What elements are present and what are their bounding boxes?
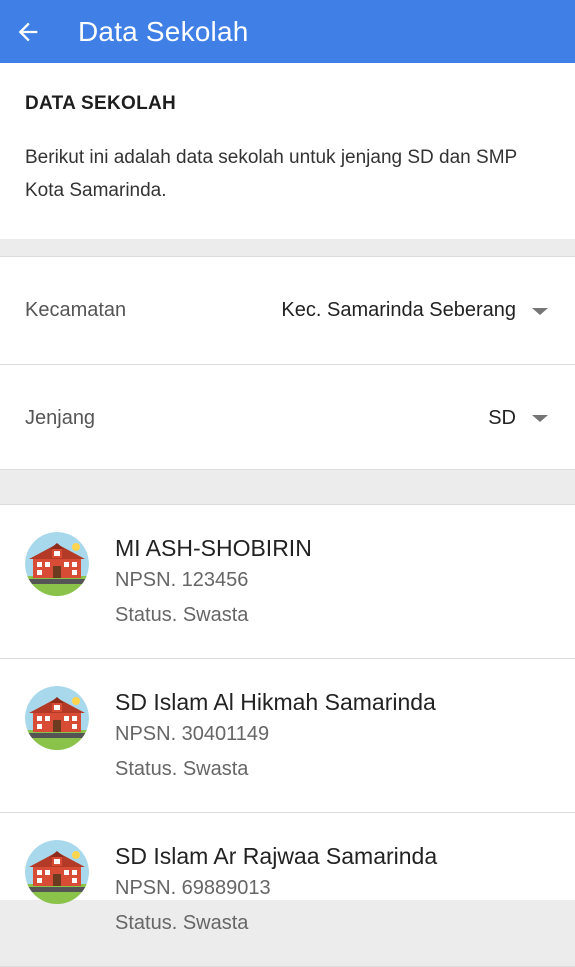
- school-npsn: NPSN. 69889013: [115, 877, 271, 899]
- school-npsn: NPSN. 30401149: [115, 723, 270, 745]
- jenjang-value: SD: [488, 406, 516, 429]
- list-item[interactable]: SD Islam Ar Rajwaa Samarinda NPSN. 69889…: [0, 813, 575, 967]
- school-name: SD Islam Al Hikmah Samarinda: [115, 689, 436, 715]
- school-building-icon: [25, 686, 89, 750]
- kecamatan-value: Kec. Samarinda Seberang: [281, 299, 516, 321]
- school-name: MI ASH-SHOBIRIN: [115, 535, 312, 561]
- school-name: SD Islam Ar Rajwaa Samarinda: [115, 843, 438, 869]
- kecamatan-select[interactable]: Kecamatan Kec. Samarinda Seberang: [0, 257, 575, 364]
- school-building-icon: [25, 532, 89, 596]
- dropdown-arrow-icon: [532, 415, 548, 422]
- list-item[interactable]: MI ASH-SHOBIRIN NPSN. 123456 Status. Swa…: [0, 505, 575, 659]
- school-status: Status. Swasta: [115, 758, 249, 780]
- jenjang-label: Jenjang: [25, 406, 96, 429]
- school-list: MI ASH-SHOBIRIN NPSN. 123456 Status. Swa…: [0, 504, 575, 967]
- filter-panel: Kecamatan Kec. Samarinda Seberang Jenjan…: [0, 256, 575, 470]
- school-status: Status. Swasta: [115, 912, 249, 934]
- arrow-left-icon: [18, 22, 38, 41]
- school-status: Status. Swasta: [115, 604, 249, 626]
- intro-heading: DATA SEKOLAH: [25, 93, 177, 114]
- app-bar: Data Sekolah: [0, 0, 575, 63]
- kecamatan-label: Kecamatan: [25, 299, 127, 321]
- school-npsn: NPSN. 123456: [115, 569, 249, 591]
- intro-description: Berikut ini adalah data sekolah untuk je…: [25, 147, 517, 201]
- back-button[interactable]: [0, 0, 56, 63]
- intro-card: DATA SEKOLAH Berikut ini adalah data sek…: [0, 63, 575, 239]
- jenjang-select[interactable]: Jenjang SD: [0, 364, 575, 471]
- school-building-icon: [25, 840, 89, 904]
- list-item[interactable]: SD Islam Al Hikmah Samarinda NPSN. 30401…: [0, 659, 575, 813]
- dropdown-arrow-icon: [532, 307, 548, 315]
- page-title: Data Sekolah: [78, 15, 249, 47]
